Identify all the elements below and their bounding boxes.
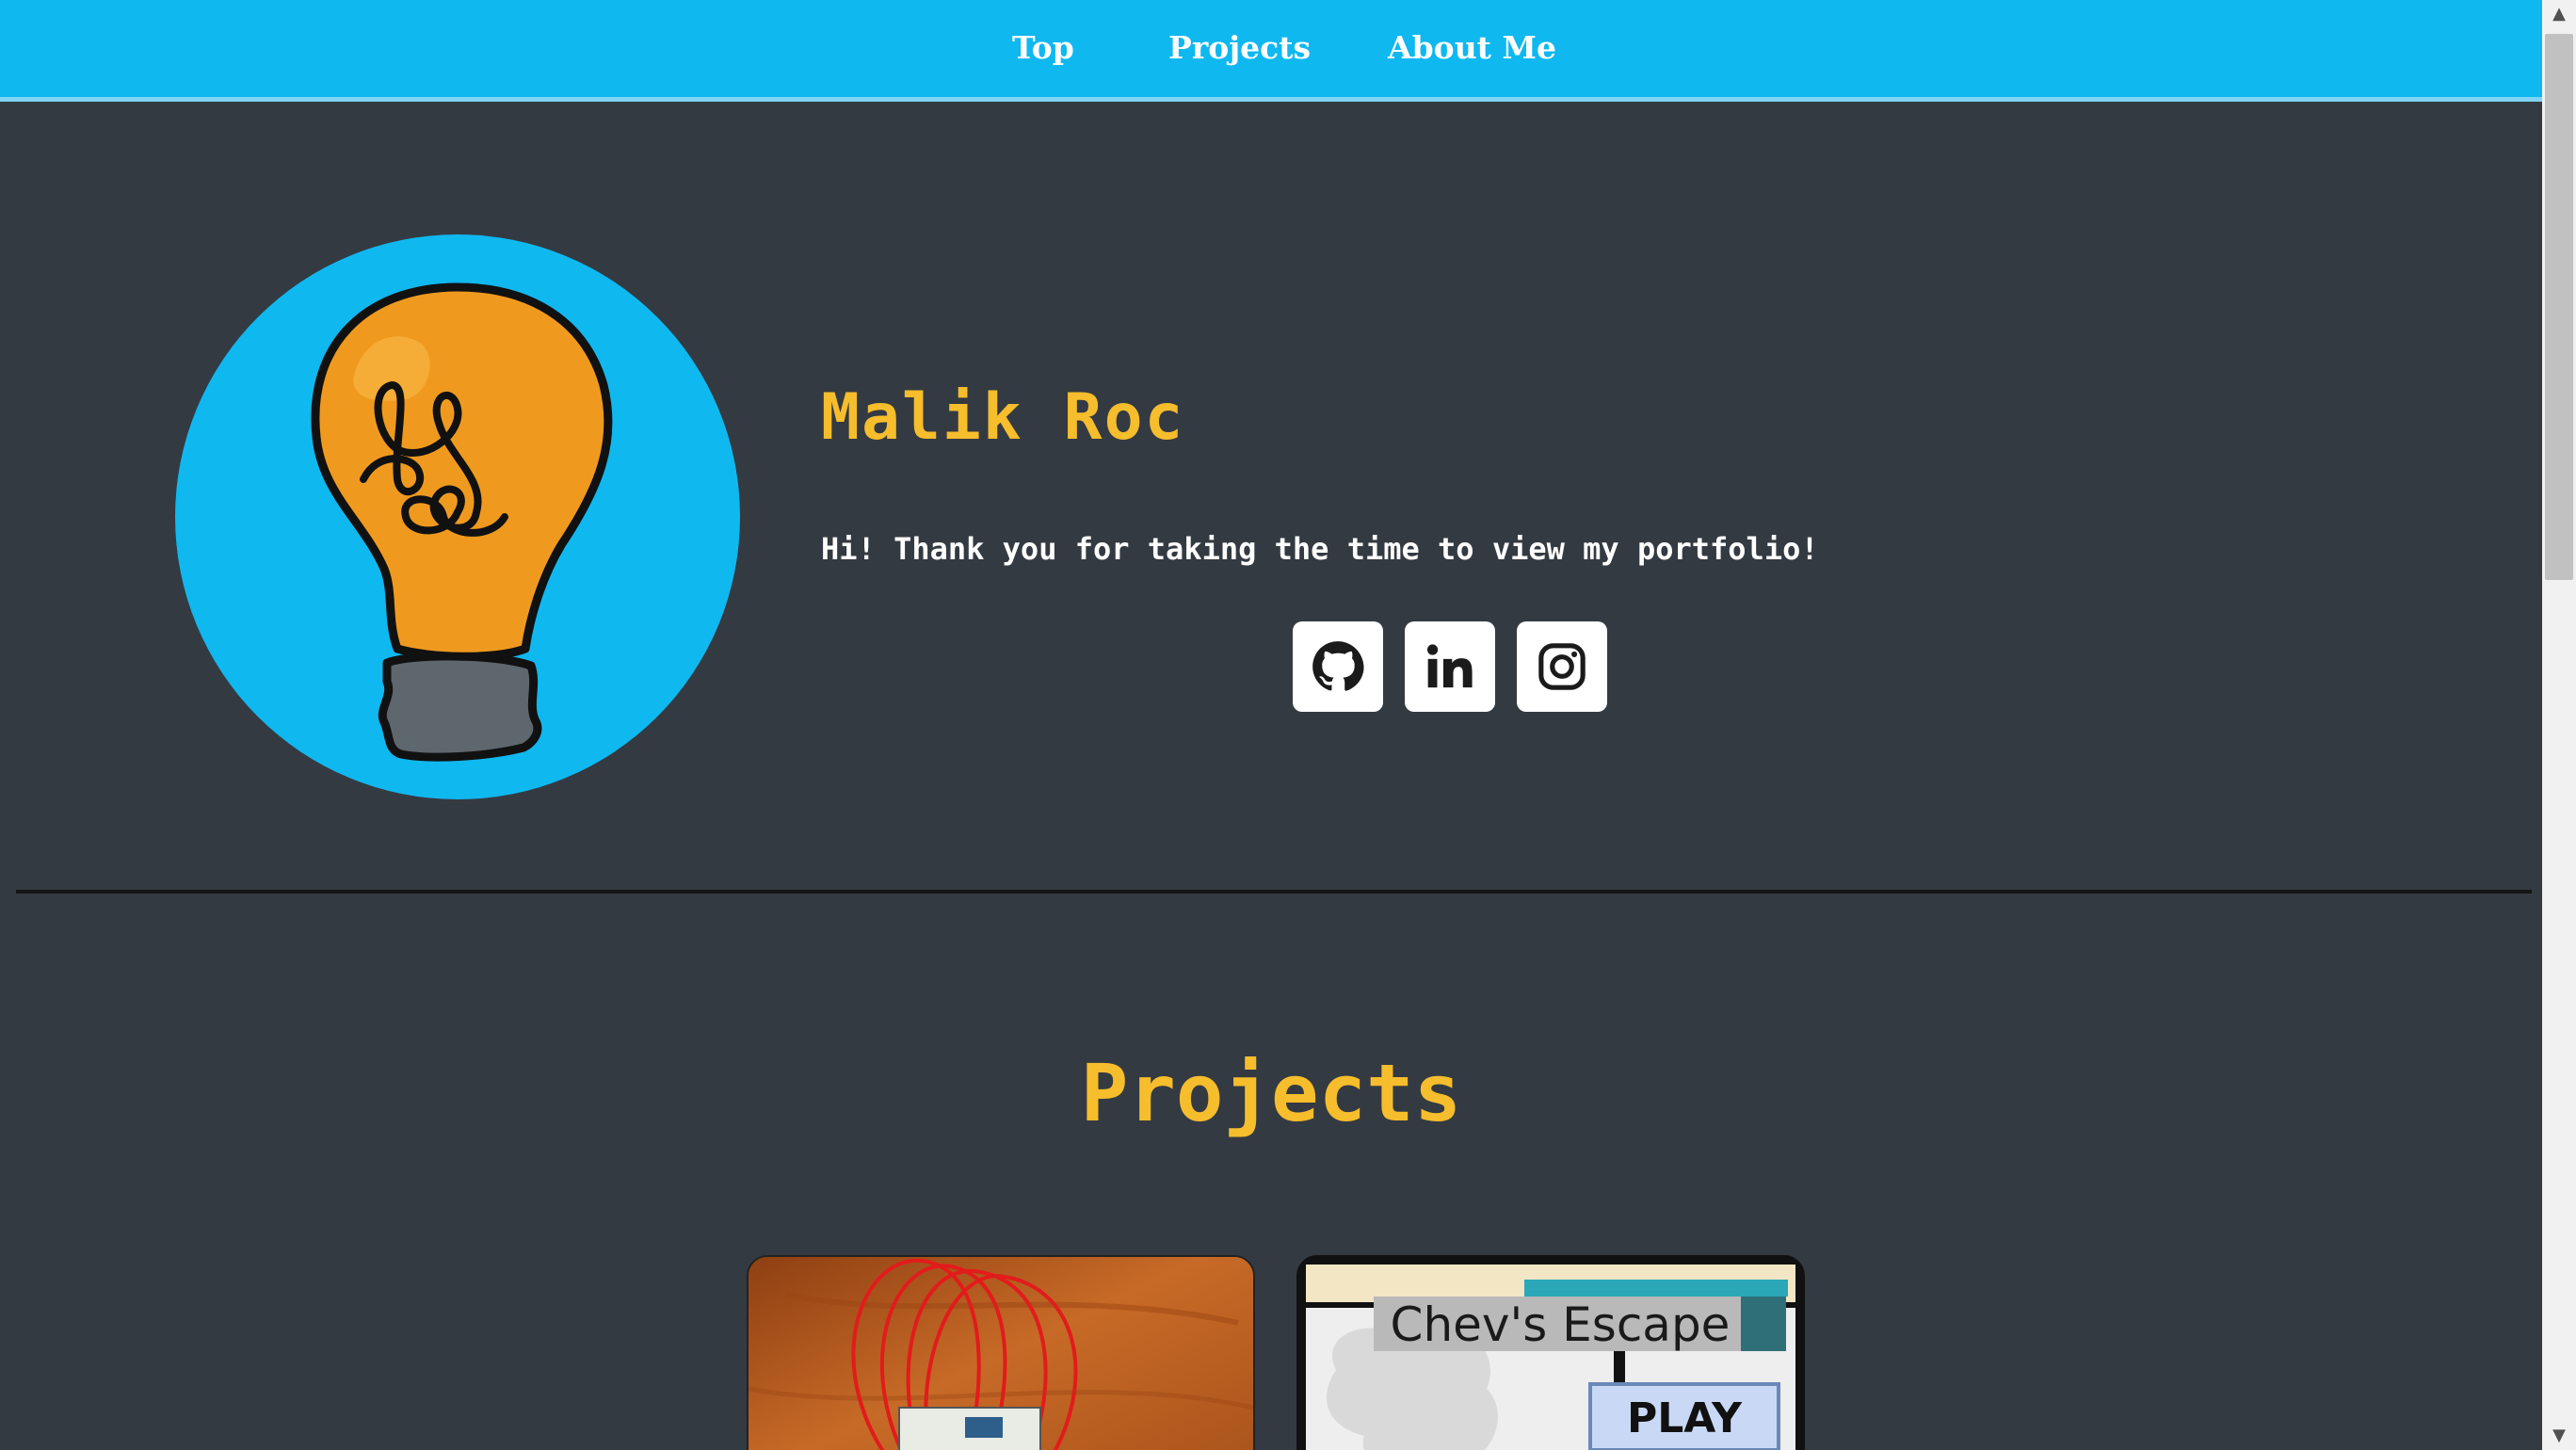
project-card-arduino[interactable] <box>747 1255 1255 1450</box>
navbar: Top Projects About Me <box>0 0 2542 102</box>
vertical-scrollbar[interactable]: ▲ ▼ <box>2542 0 2576 1450</box>
section-divider <box>16 890 2532 894</box>
projects-heading: Projects <box>1080 1047 1462 1139</box>
github-link[interactable] <box>1293 621 1383 712</box>
avatar <box>175 234 740 799</box>
nav-link-projects[interactable]: Projects <box>1168 24 1311 72</box>
instagram-icon <box>1538 643 1586 690</box>
game-title-text: Chev's Escape <box>1391 1297 1731 1352</box>
linkedin-icon <box>1426 644 1473 688</box>
scroll-thumb[interactable] <box>2545 34 2573 580</box>
arduino-wiring-photo <box>749 1257 1253 1450</box>
github-icon <box>1312 641 1364 691</box>
scroll-up-arrow-icon[interactable]: ▲ <box>2542 0 2576 28</box>
scroll-down-arrow-icon[interactable]: ▼ <box>2542 1422 2576 1450</box>
page: Top Projects About Me Malik Roc Hi! Than… <box>0 0 2542 1450</box>
hero-name: Malik Roc <box>821 380 1185 455</box>
hero-tagline: Hi! Thank you for taking the time to vie… <box>821 531 1819 567</box>
nav-link-about-me[interactable]: About Me <box>1388 24 1556 72</box>
project-card-chevs-escape[interactable]: Chev's Escape PLAY <box>1296 1255 1805 1450</box>
instagram-link[interactable] <box>1517 621 1607 712</box>
linkedin-link[interactable] <box>1405 621 1495 712</box>
lightbulb-icon <box>311 282 613 762</box>
game-title-screen: Chev's Escape PLAY <box>1306 1265 1795 1450</box>
nav-link-top[interactable]: Top <box>1012 24 1074 72</box>
game-play-text: PLAY <box>1627 1394 1743 1442</box>
